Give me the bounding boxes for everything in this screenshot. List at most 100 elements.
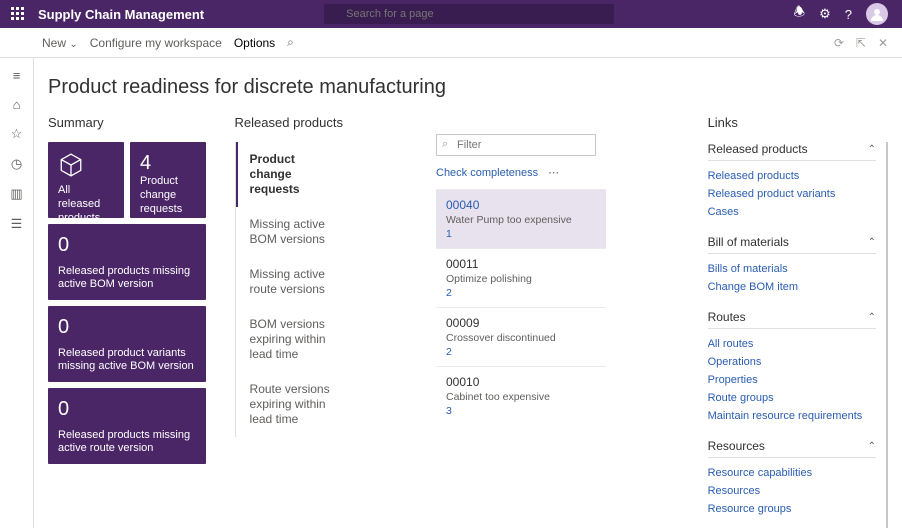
content-area: Product readiness for discrete manufactu… bbox=[34, 58, 902, 528]
link-item[interactable]: Cases bbox=[708, 203, 876, 221]
workspaces-icon[interactable]: ▥ bbox=[10, 186, 22, 202]
tab-route-expiring[interactable]: Route versions expiring within lead time bbox=[236, 372, 346, 437]
tab-missing-bom-versions[interactable]: Missing active BOM versions bbox=[236, 207, 346, 257]
close-icon[interactable]: ✕ bbox=[878, 36, 888, 50]
link-section-released-products: Released products ⌃ Released products Rel… bbox=[708, 142, 876, 221]
hamburger-icon[interactable]: ≡ bbox=[13, 68, 21, 83]
link-item[interactable]: Resource groups bbox=[708, 500, 876, 518]
list-item[interactable]: 00010 Cabinet too expensive 3 bbox=[436, 366, 606, 425]
link-item[interactable]: Operations bbox=[708, 353, 876, 371]
recent-icon[interactable]: ◷ bbox=[11, 156, 22, 172]
item-count: 2 bbox=[446, 287, 596, 299]
link-section-title: Bill of materials bbox=[708, 235, 789, 249]
page-title: Product readiness for discrete manufactu… bbox=[48, 76, 888, 99]
links-heading: Links bbox=[708, 115, 888, 130]
link-item[interactable]: Resources bbox=[708, 482, 876, 500]
favorites-icon[interactable]: ☆ bbox=[11, 126, 23, 142]
search-input[interactable] bbox=[324, 4, 614, 24]
tile-missing-bom[interactable]: 0 Released products missing active BOM v… bbox=[48, 224, 206, 300]
link-section-routes: Routes ⌃ All routes Operations Properties… bbox=[708, 310, 876, 425]
summary-heading: Summary bbox=[48, 115, 227, 130]
tile-label: Released products missing active route v… bbox=[58, 429, 196, 457]
link-item[interactable]: Route groups bbox=[708, 389, 876, 407]
open-new-icon[interactable]: ⇱ bbox=[856, 36, 866, 50]
list-item[interactable]: 00011 Optimize polishing 2 bbox=[436, 248, 606, 307]
link-section-header[interactable]: Resources ⌃ bbox=[708, 439, 876, 458]
tile-label: All released products bbox=[58, 184, 114, 225]
tab-bom-expiring[interactable]: BOM versions expiring within lead time bbox=[236, 307, 346, 372]
summary-column: Summary All released products 4 Product … bbox=[48, 115, 227, 528]
tile-label: Released product variants missing active… bbox=[58, 347, 196, 375]
more-icon[interactable]: ⋯ bbox=[548, 166, 559, 179]
released-products-heading: Released products bbox=[235, 115, 518, 130]
tile-label: Released products missing active BOM ver… bbox=[58, 265, 196, 293]
link-item[interactable]: Properties bbox=[708, 371, 876, 389]
avatar[interactable] bbox=[866, 3, 888, 25]
tile-product-change-requests[interactable]: 4 Product change requests bbox=[130, 142, 206, 218]
home-icon[interactable]: ⌂ bbox=[13, 97, 21, 112]
waffle-icon[interactable] bbox=[6, 7, 30, 21]
link-section-header[interactable]: Bill of materials⌃ bbox=[708, 235, 876, 254]
links-scroll: Released products ⌃ Released products Rel… bbox=[708, 142, 888, 528]
item-id: 00009 bbox=[446, 316, 596, 330]
check-completeness-link[interactable]: Check completeness bbox=[436, 167, 538, 179]
toolbar-search-icon[interactable]: ⌕ bbox=[287, 35, 294, 50]
link-section-title: Routes bbox=[708, 310, 746, 324]
tab-product-change-requests[interactable]: Product change requests bbox=[236, 142, 346, 207]
link-section-bom: Bill of materials⌃ Bills of materials Ch… bbox=[708, 235, 876, 296]
list-item[interactable]: 00009 Crossover discontinued 2 bbox=[436, 307, 606, 366]
tile-all-released-products[interactable]: All released products bbox=[48, 142, 124, 218]
item-count: 3 bbox=[446, 405, 596, 417]
tile-value: 0 bbox=[58, 316, 196, 339]
help-icon[interactable]: ? bbox=[845, 7, 852, 22]
link-item[interactable]: Released product variants bbox=[708, 185, 876, 203]
link-section-header[interactable]: Routes ⌃ bbox=[708, 310, 876, 329]
link-section-title: Released products bbox=[708, 142, 808, 156]
tile-missing-route[interactable]: 0 Released products missing active route… bbox=[48, 388, 206, 464]
chevron-down-icon: ⌄ bbox=[69, 39, 77, 50]
top-bar: Supply Chain Management ⌕ 🕭 ⚙ ? bbox=[0, 0, 902, 28]
item-count: 1 bbox=[446, 228, 596, 240]
tile-variants-missing-bom[interactable]: 0 Released product variants missing acti… bbox=[48, 306, 206, 382]
item-id: 00011 bbox=[446, 257, 596, 271]
item-desc: Cabinet too expensive bbox=[446, 391, 596, 403]
link-item[interactable]: Change BOM item bbox=[708, 278, 876, 296]
item-desc: Water Pump too expensive bbox=[446, 214, 596, 226]
tile-value: 0 bbox=[58, 398, 196, 421]
new-label: New bbox=[42, 36, 66, 50]
tile-value: 0 bbox=[58, 234, 196, 257]
app-title: Supply Chain Management bbox=[38, 7, 204, 22]
link-section-title: Resources bbox=[708, 439, 765, 453]
command-bar: New ⌄ Configure my workspace Options ⌕ ⟳… bbox=[0, 28, 902, 58]
filter-input[interactable] bbox=[436, 134, 596, 156]
links-column: Links Released products ⌃ Released produc… bbox=[708, 115, 888, 528]
tab-missing-route-versions[interactable]: Missing active route versions bbox=[236, 257, 346, 307]
item-id: 00040 bbox=[446, 198, 596, 212]
link-section-resources: Resources ⌃ Resource capabilities Resourc… bbox=[708, 439, 876, 518]
modules-icon[interactable]: ☰ bbox=[11, 216, 23, 232]
link-item[interactable]: All routes bbox=[708, 335, 876, 353]
link-item[interactable]: Released products bbox=[708, 167, 876, 185]
item-desc: Optimize polishing bbox=[446, 273, 596, 285]
product-list-panel: ⌕ Check completeness ⋯ 00040 Water Pump … bbox=[436, 134, 606, 425]
chevron-up-icon: ⌃ bbox=[868, 312, 876, 323]
refresh-icon[interactable]: ⟳ bbox=[834, 36, 844, 50]
chevron-up-icon: ⌃ bbox=[868, 144, 876, 155]
chevron-up-icon: ⌃ bbox=[868, 441, 876, 452]
filter-icon: ⌕ bbox=[442, 138, 448, 151]
new-menu[interactable]: New ⌄ bbox=[42, 36, 78, 50]
settings-icon[interactable]: ⚙ bbox=[819, 6, 831, 22]
item-desc: Crossover discontinued bbox=[446, 332, 596, 344]
link-item[interactable]: Maintain resource requirements bbox=[708, 407, 876, 425]
configure-workspace[interactable]: Configure my workspace bbox=[90, 36, 222, 50]
list-item[interactable]: 00040 Water Pump too expensive 1 bbox=[436, 189, 606, 248]
left-rail: ≡ ⌂ ☆ ◷ ▥ ☰ bbox=[0, 58, 34, 528]
options-menu[interactable]: Options bbox=[234, 36, 275, 50]
link-section-header[interactable]: Released products ⌃ bbox=[708, 142, 876, 161]
tile-value: 4 bbox=[140, 152, 196, 175]
link-item[interactable]: Resource capabilities bbox=[708, 464, 876, 482]
item-id: 00010 bbox=[446, 375, 596, 389]
link-item[interactable]: Bills of materials bbox=[708, 260, 876, 278]
cube-icon bbox=[58, 152, 114, 184]
notifications-icon[interactable]: 🕭 bbox=[793, 3, 805, 25]
